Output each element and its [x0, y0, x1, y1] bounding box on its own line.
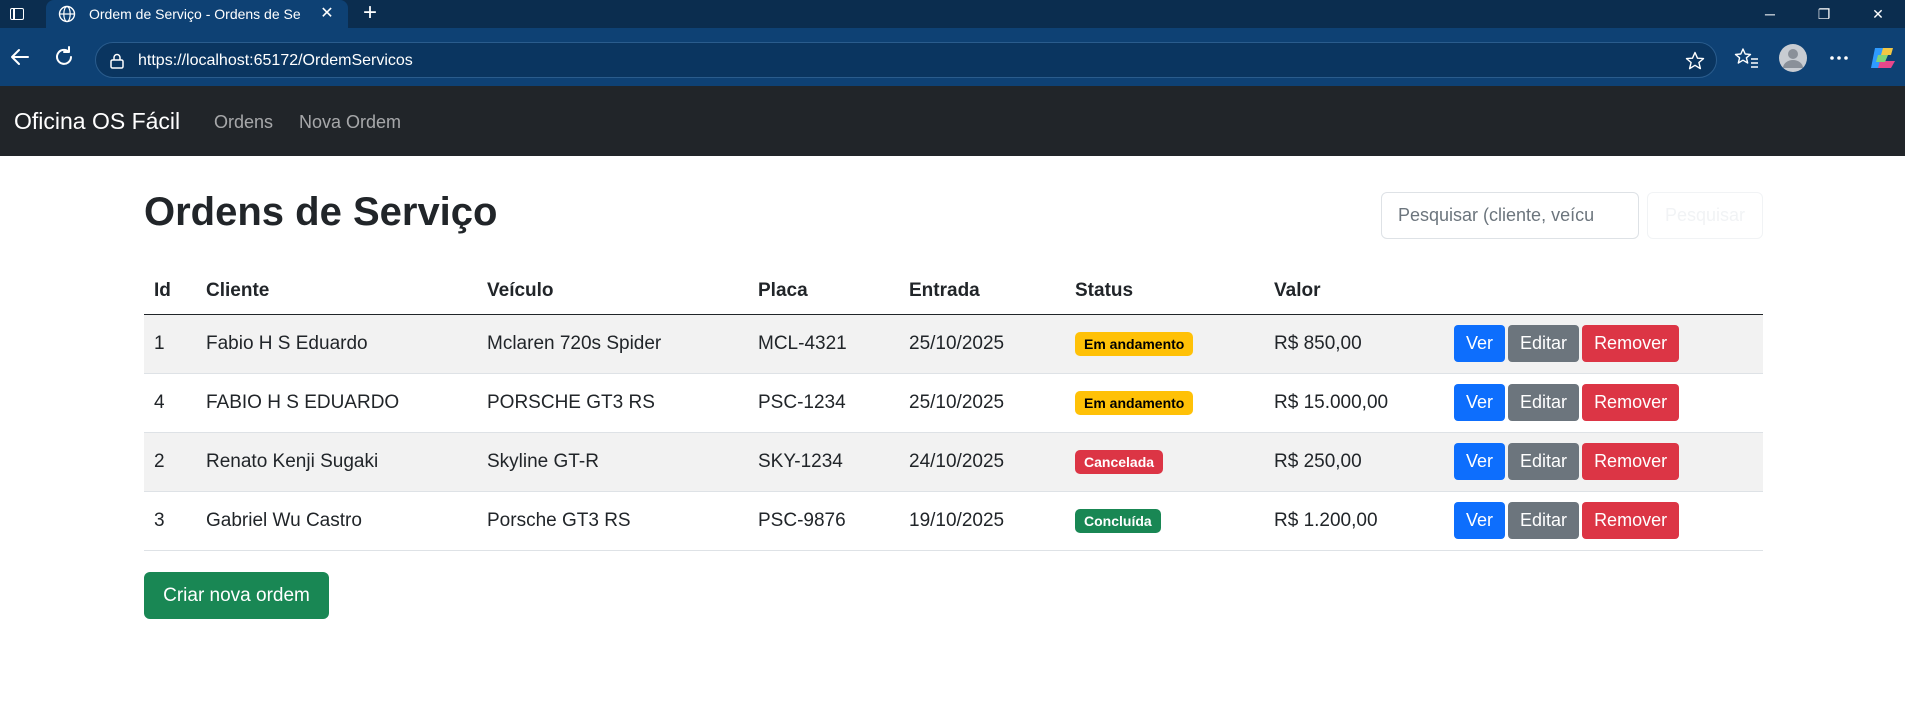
tab-title: Ordem de Serviço - Ordens de Se: [89, 6, 301, 22]
cell-placa: SKY-1234: [748, 432, 899, 492]
cell-actions: Ver Editar Remover: [1444, 314, 1763, 374]
table-row: 1 Fabio H S Eduardo Mclaren 720s Spider …: [144, 314, 1763, 374]
favorites-icon[interactable]: [1730, 41, 1764, 75]
table-row: 4 FABIO H S EDUARDO PORSCHE GT3 RS PSC-1…: [144, 373, 1763, 433]
cell-status: Em andamento: [1065, 373, 1264, 433]
restore-icon[interactable]: ❐: [1801, 0, 1847, 28]
window-close-icon[interactable]: ✕: [1855, 0, 1901, 28]
cell-actions: Ver Editar Remover: [1444, 491, 1763, 551]
remove-button[interactable]: Remover: [1582, 502, 1680, 539]
cell-valor: R$ 850,00: [1264, 314, 1444, 374]
remove-button[interactable]: Remover: [1582, 384, 1680, 421]
search-input[interactable]: [1381, 192, 1639, 239]
remove-button[interactable]: Remover: [1582, 325, 1680, 362]
tab-actions-icon[interactable]: [6, 4, 28, 24]
globe-icon: [58, 5, 76, 23]
column-header-valor: Valor: [1264, 268, 1444, 315]
cell-valor: R$ 250,00: [1264, 432, 1444, 492]
close-icon[interactable]: ✕: [316, 3, 338, 25]
table-row: 3 Gabriel Wu Castro Porsche GT3 RS PSC-9…: [144, 491, 1763, 551]
cell-status: Cancelada: [1065, 432, 1264, 492]
cell-id: 2: [144, 432, 196, 492]
column-header-actions: [1444, 268, 1763, 315]
brand-link[interactable]: Oficina OS Fácil: [14, 108, 180, 135]
lock-icon[interactable]: [108, 52, 126, 70]
cell-entrada: 24/10/2025: [899, 432, 1065, 492]
cell-placa: MCL-4321: [748, 314, 899, 374]
copilot-icon[interactable]: [1866, 41, 1900, 75]
cell-actions: Ver Editar Remover: [1444, 432, 1763, 492]
cell-entrada: 25/10/2025: [899, 373, 1065, 433]
view-button[interactable]: Ver: [1454, 325, 1506, 362]
column-header-status: Status: [1065, 268, 1264, 315]
column-header-entrada: Entrada: [899, 268, 1065, 315]
browser-tab[interactable]: Ordem de Serviço - Ordens de Se ✕: [46, 0, 348, 28]
cell-id: 4: [144, 373, 196, 433]
cell-valor: R$ 15.000,00: [1264, 373, 1444, 433]
profile-icon[interactable]: [1776, 41, 1810, 75]
table-header-row: Id Cliente Veículo Placa Entrada Status …: [144, 268, 1763, 315]
status-badge: Em andamento: [1075, 331, 1194, 356]
nav-link-ordens[interactable]: Ordens: [214, 112, 273, 133]
view-button[interactable]: Ver: [1454, 443, 1506, 480]
cell-entrada: 25/10/2025: [899, 314, 1065, 374]
cell-veiculo: PORSCHE GT3 RS: [477, 373, 748, 433]
column-header-placa: Placa: [748, 268, 899, 315]
cell-status: Em andamento: [1065, 314, 1264, 374]
star-icon[interactable]: [1684, 50, 1706, 72]
refresh-icon[interactable]: [48, 41, 80, 73]
browser-tabstrip: Ordem de Serviço - Ordens de Se ✕ + ─ ❐ …: [0, 0, 1905, 28]
cell-cliente: Gabriel Wu Castro: [196, 491, 477, 551]
cell-veiculo: Porsche GT3 RS: [477, 491, 748, 551]
cell-id: 1: [144, 314, 196, 374]
view-button[interactable]: Ver: [1454, 502, 1506, 539]
nav-link-nova-ordem[interactable]: Nova Ordem: [299, 112, 401, 133]
edit-button[interactable]: Editar: [1508, 384, 1580, 421]
edit-button[interactable]: Editar: [1508, 443, 1580, 480]
cell-placa: PSC-1234: [748, 373, 899, 433]
cell-entrada: 19/10/2025: [899, 491, 1065, 551]
site-navbar: Oficina OS Fácil Ordens Nova Ordem: [0, 86, 1905, 156]
address-bar[interactable]: https://localhost:65172/OrdemServicos: [95, 42, 1717, 78]
cell-veiculo: Skyline GT-R: [477, 432, 748, 492]
cell-cliente: Renato Kenji Sugaki: [196, 432, 477, 492]
edit-button[interactable]: Editar: [1508, 502, 1580, 539]
view-button[interactable]: Ver: [1454, 384, 1506, 421]
cell-veiculo: Mclaren 720s Spider: [477, 314, 748, 374]
plus-icon[interactable]: +: [357, 1, 383, 27]
column-header-cliente: Cliente: [196, 268, 477, 315]
back-arrow-icon[interactable]: [4, 41, 36, 73]
remove-button[interactable]: Remover: [1582, 443, 1680, 480]
cell-status: Concluída: [1065, 491, 1264, 551]
column-header-id: Id: [144, 268, 196, 315]
status-badge: Cancelada: [1075, 449, 1164, 474]
create-order-button[interactable]: Criar nova ordem: [144, 572, 329, 619]
cell-valor: R$ 1.200,00: [1264, 491, 1444, 551]
cell-placa: PSC-9876: [748, 491, 899, 551]
cell-actions: Ver Editar Remover: [1444, 373, 1763, 433]
url-text: https://localhost:65172/OrdemServicos: [138, 52, 413, 69]
page-title: Ordens de Serviço: [144, 190, 498, 234]
status-badge: Em andamento: [1075, 390, 1194, 415]
minimize-icon[interactable]: ─: [1747, 0, 1793, 28]
orders-table: Id Cliente Veículo Placa Entrada Status …: [144, 268, 1763, 551]
status-badge: Concluída: [1075, 508, 1161, 533]
table-row: 2 Renato Kenji Sugaki Skyline GT-R SKY-1…: [144, 432, 1763, 492]
browser-toolbar: https://localhost:65172/OrdemServicos: [0, 28, 1905, 86]
more-icon[interactable]: [1822, 41, 1856, 75]
edit-button[interactable]: Editar: [1508, 325, 1580, 362]
cell-cliente: Fabio H S Eduardo: [196, 314, 477, 374]
cell-id: 3: [144, 491, 196, 551]
search-button[interactable]: Pesquisar: [1647, 192, 1763, 239]
column-header-veiculo: Veículo: [477, 268, 748, 315]
cell-cliente: FABIO H S EDUARDO: [196, 373, 477, 433]
